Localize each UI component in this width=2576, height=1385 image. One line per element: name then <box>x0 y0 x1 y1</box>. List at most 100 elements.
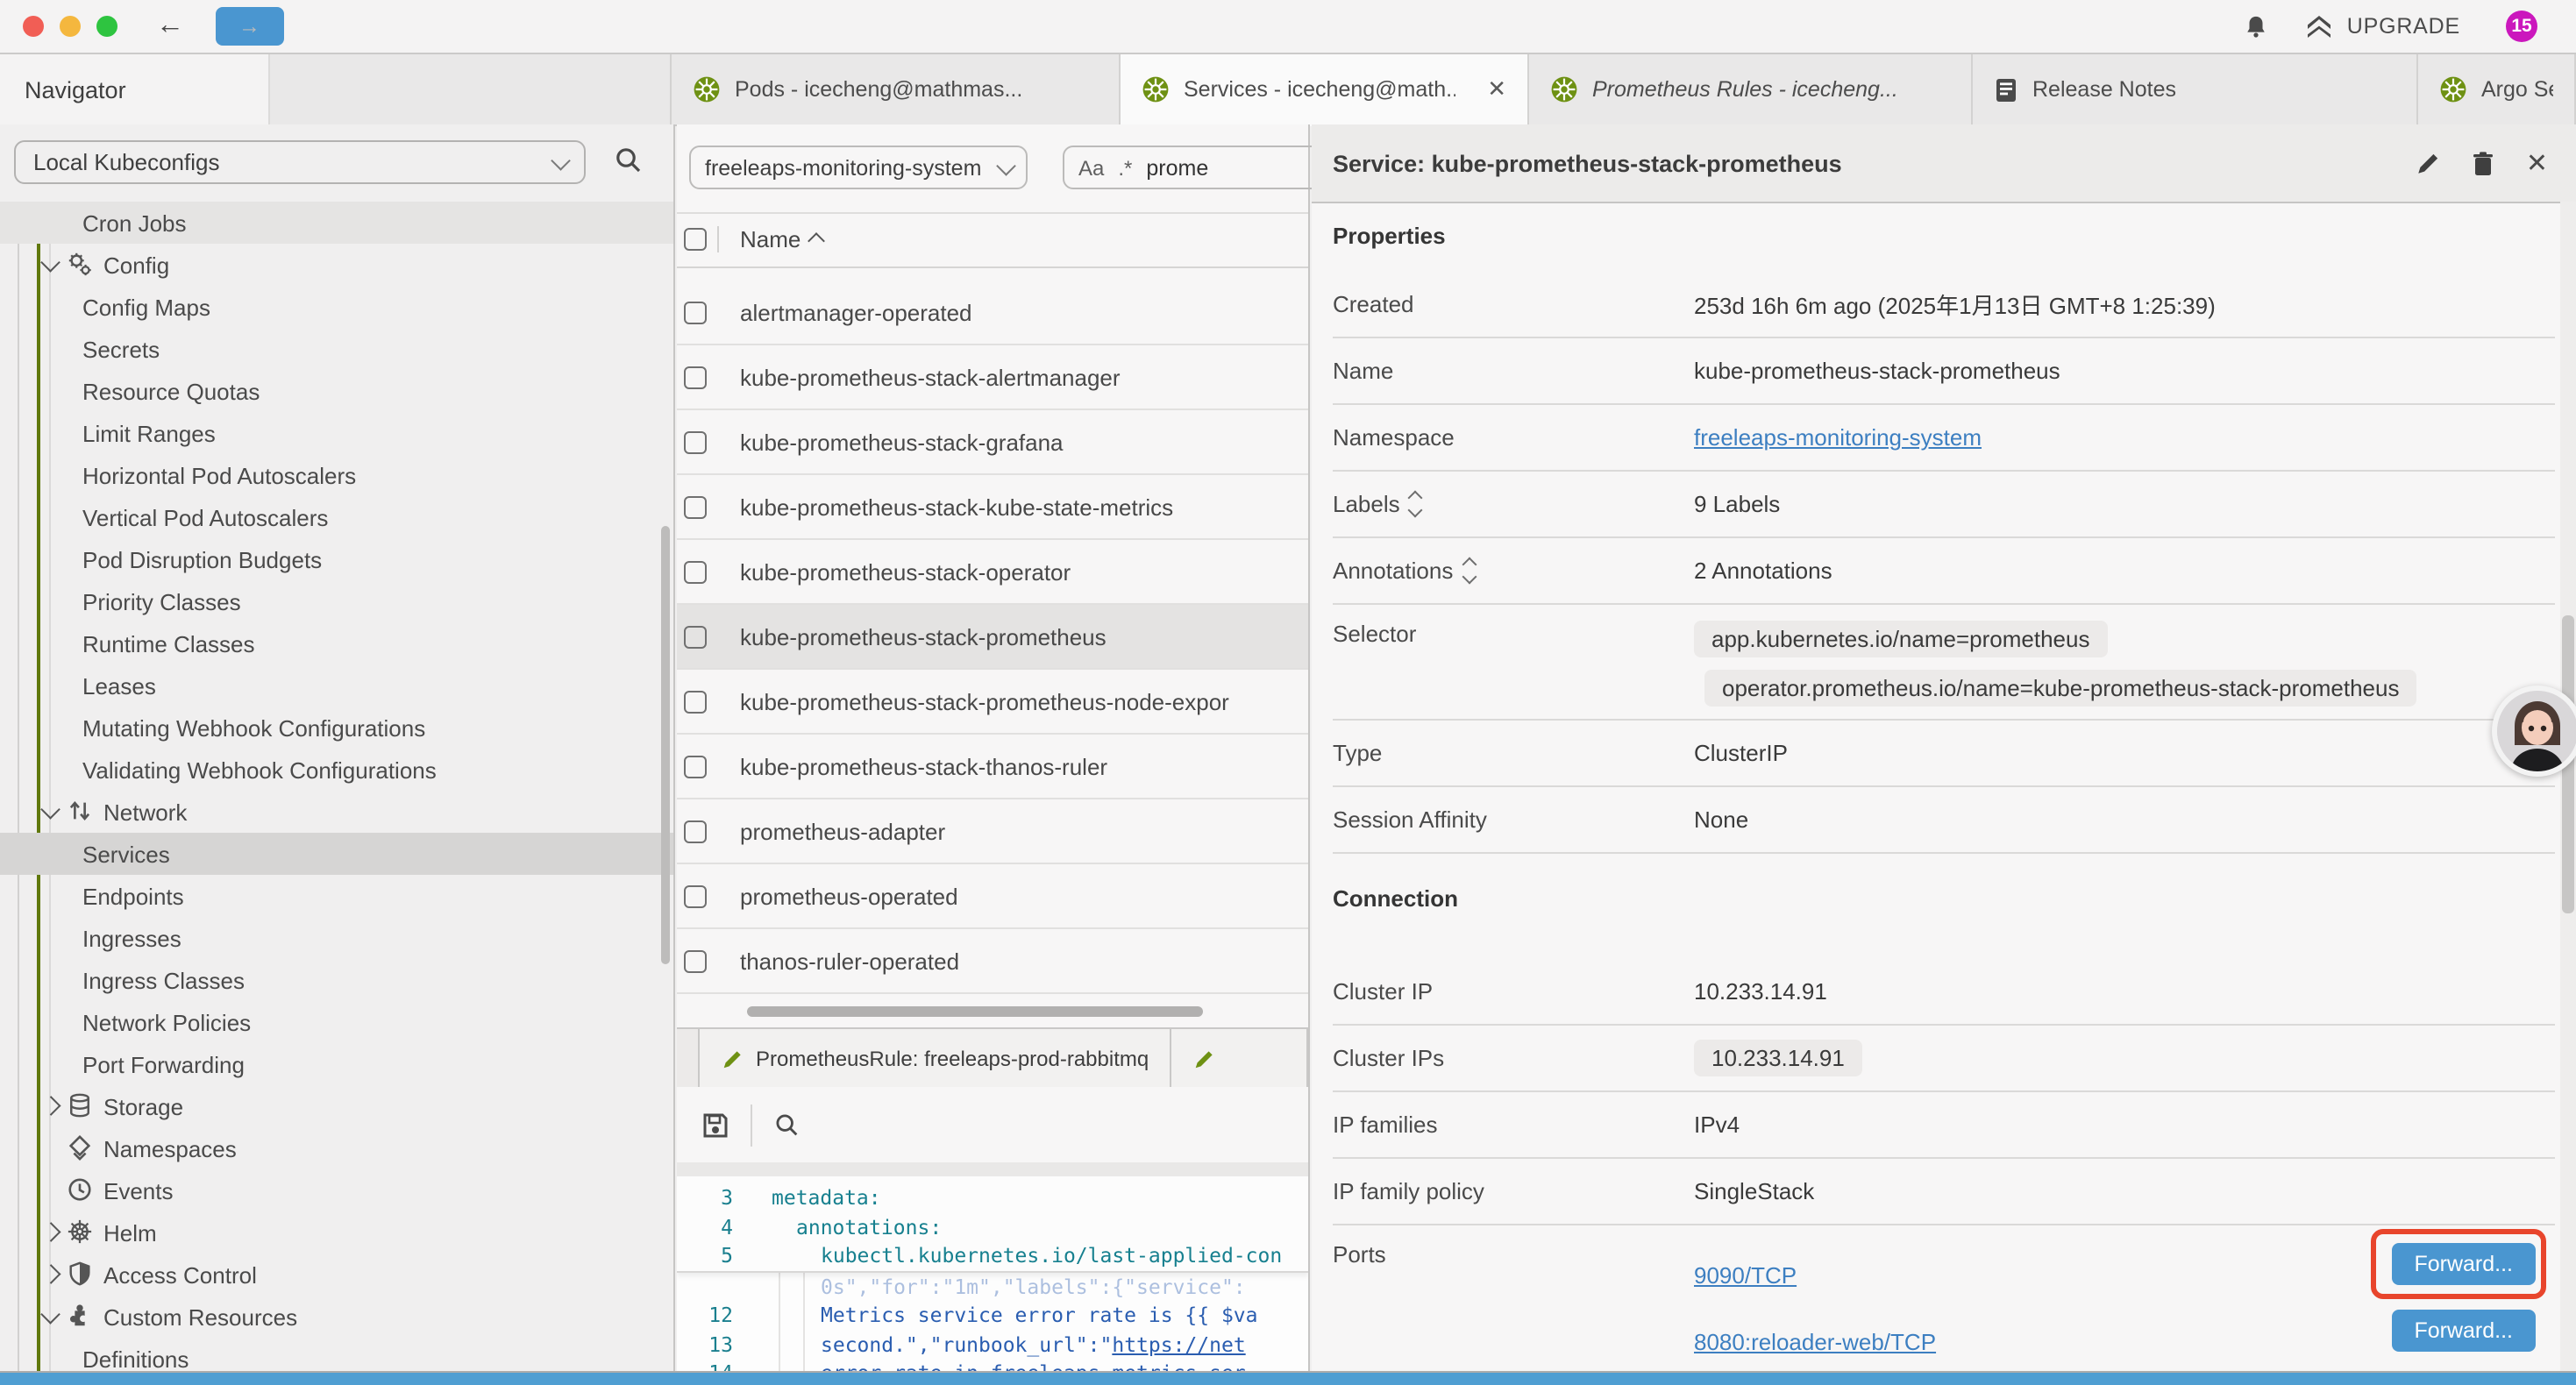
row-checkbox[interactable] <box>684 560 707 583</box>
window-tab-4[interactable]: Argo Se <box>2418 54 2576 124</box>
editor-tab[interactable]: PrometheusRule: freeleaps-prod-rabbitmq <box>698 1029 1171 1089</box>
save-icon[interactable] <box>701 1111 729 1139</box>
yaml-editor[interactable]: 3metadata:4annotations:5kubectl.kubernet… <box>677 1176 1308 1373</box>
forward-arrow-icon[interactable]: → <box>216 7 283 46</box>
sidebar-item-config[interactable]: Config <box>0 244 673 286</box>
row-checkbox[interactable] <box>684 430 707 453</box>
table-row[interactable]: kube-prometheus-stack-alertmanager <box>677 345 1308 410</box>
sidebar-item-access-control[interactable]: Access Control <box>0 1254 673 1296</box>
sidebar-item-priority-classes[interactable]: Priority Classes <box>0 580 673 622</box>
navigator-search-icon[interactable] <box>614 146 644 175</box>
sidebar-item-events[interactable]: Events <box>0 1169 673 1211</box>
zoom-window-button[interactable] <box>96 16 117 37</box>
sidebar-item-limit-ranges[interactable]: Limit Ranges <box>0 412 673 454</box>
chevron-down-icon[interactable] <box>41 800 60 819</box>
navigator-panel-tab[interactable]: Navigator <box>0 54 270 124</box>
sidebar-item-resource-quotas[interactable]: Resource Quotas <box>0 370 673 412</box>
row-checkbox[interactable] <box>684 884 707 907</box>
window-tab-0[interactable]: Pods - icecheng@mathmas... <box>672 54 1121 124</box>
expand-toggle-icon[interactable] <box>1463 559 1474 582</box>
chevron-down-icon[interactable] <box>41 253 60 272</box>
sidebar-item-vertical-pod-autoscalers[interactable]: Vertical Pod Autoscalers <box>0 496 673 538</box>
editor-line-partial[interactable]: 0s","for":"1m","labels":{"service": <box>677 1272 1308 1301</box>
minimize-window-button[interactable] <box>60 16 81 37</box>
expand-toggle-icon[interactable] <box>1411 493 1421 515</box>
forward-button[interactable]: Forward... <box>2391 1310 2536 1352</box>
window-tab-1[interactable]: Services - icecheng@math...✕ <box>1121 54 1529 126</box>
sidebar-item-services[interactable]: Services <box>0 833 673 875</box>
sidebar-item-definitions[interactable]: Definitions <box>0 1338 673 1373</box>
namespace-select[interactable]: freeleaps-monitoring-system <box>689 146 1028 189</box>
sidebar-item-network[interactable]: Network <box>0 791 673 833</box>
sidebar-item-secrets[interactable]: Secrets <box>0 328 673 370</box>
row-checkbox[interactable] <box>684 690 707 713</box>
sidebar-item-endpoints[interactable]: Endpoints <box>0 875 673 917</box>
port-link[interactable]: 8080:reloader-web/TCP <box>1694 1328 1936 1354</box>
sidebar-item-leases[interactable]: Leases <box>0 664 673 707</box>
column-header-name[interactable]: Name <box>740 226 801 252</box>
window-tab-3[interactable]: Release Notes <box>1973 54 2418 124</box>
sidebar-item-runtime-classes[interactable]: Runtime Classes <box>0 622 673 664</box>
close-window-button[interactable] <box>23 16 44 37</box>
sidebar-item-horizontal-pod-autoscalers[interactable]: Horizontal Pod Autoscalers <box>0 454 673 496</box>
row-checkbox[interactable] <box>684 820 707 842</box>
navigator-scrollbar[interactable] <box>661 526 670 964</box>
upgrade-button[interactable]: UPGRADE <box>2305 13 2460 39</box>
chevron-right-icon[interactable] <box>41 1223 60 1241</box>
row-checkbox[interactable] <box>684 495 707 518</box>
delete-trash-icon[interactable] <box>2472 150 2496 176</box>
sidebar-item-network-policies[interactable]: Network Policies <box>0 1001 673 1043</box>
regex-toggle[interactable]: .* <box>1118 155 1132 180</box>
table-row[interactable]: prometheus-operated <box>677 864 1308 929</box>
sidebar-item-custom-resources[interactable]: Custom Resources <box>0 1296 673 1338</box>
table-row[interactable]: kube-prometheus-stack-kube-state-metrics <box>677 475 1308 540</box>
sidebar-item-port-forwarding[interactable]: Port Forwarding <box>0 1043 673 1085</box>
sidebar-item-cron-jobs[interactable]: Cron Jobs <box>0 202 673 244</box>
chevron-right-icon[interactable] <box>41 1265 60 1283</box>
sidebar-item-helm[interactable]: Helm <box>0 1211 673 1254</box>
notifications-bell-icon[interactable] <box>2244 13 2270 39</box>
sidebar-item-storage[interactable]: Storage <box>0 1085 673 1127</box>
sidebar-item-pod-disruption-budgets[interactable]: Pod Disruption Budgets <box>0 538 673 580</box>
edit-pencil-icon[interactable] <box>2416 150 2442 176</box>
row-checkbox[interactable] <box>684 366 707 388</box>
row-checkbox[interactable] <box>684 949 707 972</box>
forward-button[interactable]: Forward... <box>2391 1243 2536 1285</box>
back-arrow-icon[interactable]: ← <box>156 12 184 40</box>
chevron-right-icon[interactable] <box>41 1097 60 1115</box>
port-link[interactable]: 9090/TCP <box>1694 1261 1797 1288</box>
editor-line-3[interactable]: 3metadata: <box>677 1183 1308 1212</box>
table-row[interactable]: kube-prometheus-stack-prometheus <box>677 605 1308 670</box>
table-row[interactable]: thanos-ruler-operated <box>677 929 1308 994</box>
editor-line-12[interactable]: 12Metrics service error rate is {{ $va <box>677 1301 1308 1330</box>
kubeconfig-select[interactable]: Local Kubeconfigs <box>14 140 586 184</box>
editor-line-4[interactable]: 4annotations: <box>677 1212 1308 1241</box>
match-case-toggle[interactable]: Aa <box>1078 155 1104 180</box>
table-row[interactable]: kube-prometheus-stack-grafana <box>677 410 1308 475</box>
row-checkbox[interactable] <box>684 301 707 323</box>
row-checkbox[interactable] <box>684 625 707 648</box>
sidebar-item-ingress-classes[interactable]: Ingress Classes <box>0 959 673 1001</box>
namespace-link[interactable]: freeleaps-monitoring-system <box>1694 424 1982 451</box>
avatar[interactable] <box>2492 685 2576 777</box>
chevron-down-icon[interactable] <box>41 1305 60 1324</box>
sidebar-item-ingresses[interactable]: Ingresses <box>0 917 673 959</box>
table-row[interactable]: kube-prometheus-stack-operator <box>677 540 1308 605</box>
sidebar-item-validating-webhook-configurations[interactable]: Validating Webhook Configurations <box>0 749 673 791</box>
row-checkbox[interactable] <box>684 755 707 778</box>
editor-line-5[interactable]: 5kubectl.kubernetes.io/last-applied-con <box>677 1241 1308 1270</box>
sidebar-item-config-maps[interactable]: Config Maps <box>0 286 673 328</box>
window-tab-2[interactable]: Prometheus Rules - icecheng... <box>1529 54 1973 124</box>
sidebar-item-namespaces[interactable]: Namespaces <box>0 1127 673 1169</box>
table-row[interactable]: prometheus-adapter <box>677 799 1308 864</box>
editor-line-13[interactable]: 13second.","runbook_url":"https://net <box>677 1330 1308 1359</box>
horizontal-scrollbar[interactable] <box>747 1006 1203 1017</box>
select-all-checkbox[interactable] <box>684 228 707 251</box>
list-search-input[interactable]: Aa .* prome <box>1063 146 1322 189</box>
sort-ascending-icon[interactable] <box>808 232 825 250</box>
editor-search-icon[interactable] <box>773 1111 801 1139</box>
close-detail-icon[interactable]: ✕ <box>2526 147 2548 179</box>
editor-tab-partial[interactable] <box>1171 1029 1308 1089</box>
table-row[interactable]: kube-prometheus-stack-prometheus-node-ex… <box>677 670 1308 735</box>
table-row[interactable]: kube-prometheus-stack-thanos-ruler <box>677 735 1308 799</box>
